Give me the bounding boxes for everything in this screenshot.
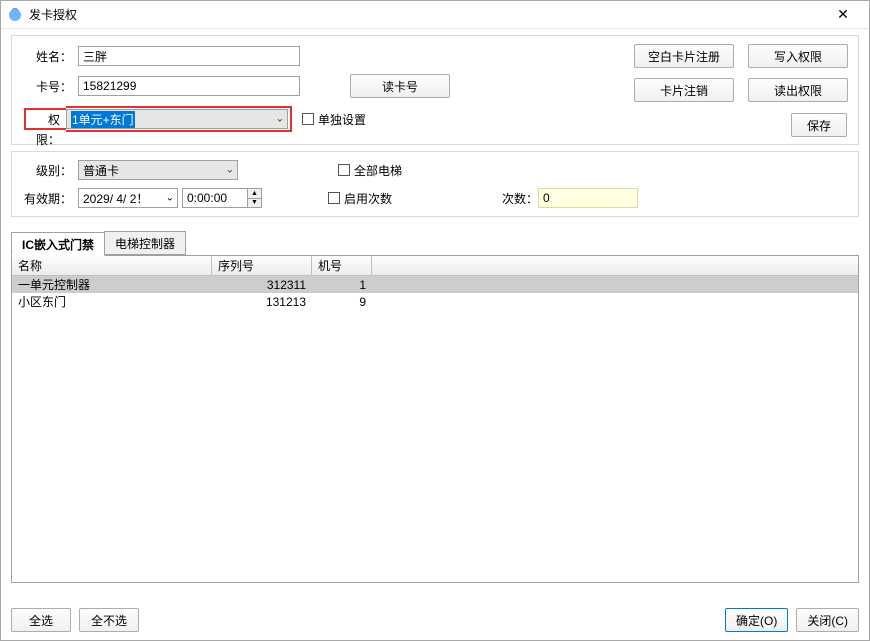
cell-no: 9 xyxy=(312,293,372,310)
read-card-button[interactable]: 读卡号 xyxy=(350,74,450,98)
enable-count-checkbox[interactable]: 启用次数 xyxy=(328,190,392,207)
blank-register-button[interactable]: 空白卡片注册 xyxy=(634,44,734,68)
save-button[interactable]: 保存 xyxy=(791,113,847,137)
options-panel: 级别： 普通卡 ⌄ 全部电梯 有效期： 2029/ 4/ 2！ ⌄ 0:00:0… xyxy=(11,151,859,217)
title-bar: 发卡授权 ✕ xyxy=(1,1,869,29)
spin-down-icon[interactable]: ▼ xyxy=(247,199,261,208)
card-cancel-button[interactable]: 卡片注销 xyxy=(634,78,734,102)
single-set-checkbox[interactable]: 单独设置 xyxy=(302,111,366,128)
level-row: 级别： 普通卡 ⌄ 全部电梯 xyxy=(22,160,848,180)
window-title: 发卡授权 xyxy=(29,6,823,23)
perm-value: 1单元+东门 xyxy=(71,111,135,128)
validity-row: 有效期： 2029/ 4/ 2！ ⌄ 0:00:00 ▲ ▼ 启用次数 次数： xyxy=(22,188,848,208)
tab-bar: IC嵌入式门禁 电梯控制器 xyxy=(11,231,859,255)
read-perm-button[interactable]: 读出权限 xyxy=(748,78,848,102)
table-row[interactable]: 小区东门 131213 9 xyxy=(12,293,858,310)
date-value: 2029/ 4/ 2！ xyxy=(83,190,148,207)
name-input[interactable] xyxy=(78,46,300,66)
cell-no: 1 xyxy=(312,276,372,293)
card-label: 卡号： xyxy=(22,78,78,95)
col-no[interactable]: 机号 xyxy=(312,256,372,275)
checkbox-box xyxy=(338,164,350,176)
validity-time[interactable]: 0:00:00 ▲ ▼ xyxy=(182,188,262,208)
checkbox-box xyxy=(328,192,340,204)
table-row[interactable]: 一单元控制器 312311 1 xyxy=(12,276,858,293)
col-name[interactable]: 名称 xyxy=(12,256,212,275)
chevron-down-icon: ⌄ xyxy=(276,114,284,125)
perm-dropdown[interactable]: 1单元+东门 ⌄ xyxy=(66,109,288,129)
table-header: 名称 序列号 机号 xyxy=(12,256,858,276)
spin-up-icon[interactable]: ▲ xyxy=(247,189,261,199)
tab-elevator-controller[interactable]: 电梯控制器 xyxy=(104,231,186,255)
chevron-down-icon: ⌄ xyxy=(166,193,174,204)
write-perm-button[interactable]: 写入权限 xyxy=(748,44,848,68)
validity-label: 有效期： xyxy=(22,190,78,207)
cell-sn: 312311 xyxy=(212,276,312,293)
chevron-down-icon: ⌄ xyxy=(226,165,234,176)
col-spacer xyxy=(372,256,858,275)
validity-date[interactable]: 2029/ 4/ 2！ ⌄ xyxy=(78,188,178,208)
table-body: 一单元控制器 312311 1 小区东门 131213 9 xyxy=(12,276,858,310)
count-label: 次数： xyxy=(502,190,538,207)
level-dropdown[interactable]: 普通卡 ⌄ xyxy=(78,160,238,180)
cell-name: 一单元控制器 xyxy=(12,276,212,293)
bottom-bar: 全选 全不选 确定(O) 关闭(C) xyxy=(11,608,859,632)
count-input[interactable] xyxy=(538,188,638,208)
perm-label: 权限： xyxy=(24,108,66,130)
all-elevators-checkbox[interactable]: 全部电梯 xyxy=(338,162,402,179)
select-none-button[interactable]: 全不选 xyxy=(79,608,139,632)
card-input[interactable] xyxy=(78,76,300,96)
all-elevators-label: 全部电梯 xyxy=(354,162,402,179)
select-all-button[interactable]: 全选 xyxy=(11,608,71,632)
checkbox-box xyxy=(302,113,314,125)
ok-button[interactable]: 确定(O) xyxy=(725,608,788,632)
card-info-panel: 姓名： 卡号： 读卡号 权限： 1单元+东门 ⌄ 单独设置 空白卡片注册 写入权… xyxy=(11,35,859,145)
app-icon xyxy=(7,7,23,23)
time-value: 0:00:00 xyxy=(187,191,227,205)
name-label: 姓名： xyxy=(22,48,78,65)
enable-count-label: 启用次数 xyxy=(344,190,392,207)
single-set-label: 单独设置 xyxy=(318,111,366,128)
cell-sn: 131213 xyxy=(212,293,312,310)
close-button[interactable]: 关闭(C) xyxy=(796,608,859,632)
level-value: 普通卡 xyxy=(83,162,119,179)
action-buttons: 空白卡片注册 写入权限 卡片注销 读出权限 xyxy=(634,44,848,102)
time-spinner[interactable]: ▲ ▼ xyxy=(247,189,261,207)
perm-row: 权限： 1单元+东门 ⌄ 单独设置 xyxy=(22,106,848,132)
device-table: 名称 序列号 机号 一单元控制器 312311 1 小区东门 131213 9 xyxy=(11,255,859,583)
col-sn[interactable]: 序列号 xyxy=(212,256,312,275)
close-icon[interactable]: ✕ xyxy=(823,1,863,28)
tab-ic-access[interactable]: IC嵌入式门禁 xyxy=(11,232,105,256)
level-label: 级别： xyxy=(22,162,78,179)
cell-name: 小区东门 xyxy=(12,293,212,310)
